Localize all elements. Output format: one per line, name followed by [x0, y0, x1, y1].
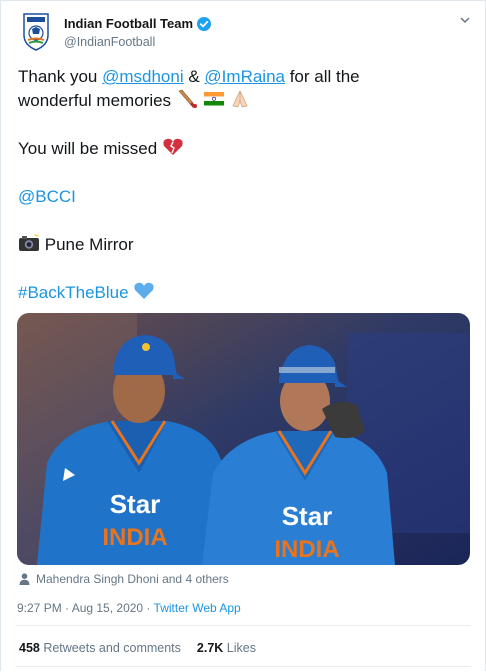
chevron-down-icon[interactable] — [458, 13, 472, 27]
jersey-india-right: INDIA — [274, 536, 339, 563]
mention-imraina[interactable]: @ImRaina — [204, 67, 285, 86]
tweet-meta: 9:27 PM · Aug 15, 2020 · Twitter Web App — [17, 601, 241, 615]
divider — [16, 666, 471, 667]
tweet-header: Indian Football Team @IndianFootball — [16, 11, 472, 51]
divider — [16, 625, 471, 626]
tweet-timestamp[interactable]: 9:27 PM · Aug 15, 2020 · — [17, 601, 154, 615]
aiff-logo-icon[interactable] — [22, 13, 50, 51]
hashtag-backtheblue[interactable]: #BackTheBlue — [18, 283, 129, 302]
tweet-text-suffix: for all the — [284, 67, 360, 86]
jersey-india-left: INDIA — [102, 524, 167, 551]
blue-heart-icon — [134, 282, 154, 299]
retweets-count: 458 — [19, 641, 40, 655]
photo-credit: Pune Mirror — [44, 235, 134, 254]
likes-count: 2.7K — [196, 641, 224, 655]
tweet-text-amp: & — [183, 67, 205, 86]
mention-msdhoni[interactable]: @msdhoni — [102, 67, 184, 86]
display-name-row[interactable]: Indian Football Team — [64, 16, 212, 31]
tweet-text-prefix: Thank you — [18, 67, 103, 86]
display-name[interactable]: Indian Football Team — [64, 16, 193, 31]
verified-badge-icon — [197, 16, 212, 31]
tweet-text-missed: You will be missed — [18, 139, 158, 158]
camera-icon — [19, 234, 39, 251]
retweets-stat[interactable]: 458 Retweets and comments — [19, 641, 181, 655]
person-icon — [19, 573, 30, 585]
tweet-stats: 458 Retweets and comments 2.7K Likes — [19, 641, 256, 655]
likes-label: Likes — [223, 641, 256, 655]
folded-hands-icon — [232, 90, 248, 108]
likes-stat[interactable]: 2.7K Likes — [197, 641, 256, 655]
photo-tags-text: Mahendra Singh Dhoni and 4 others — [36, 572, 229, 586]
tweet-text: Thank you @msdhoni & @ImRaina for all th… — [18, 65, 468, 305]
players-illustration: Star INDIA Star INDIA — [17, 313, 470, 565]
jersey-star-right: Star — [282, 501, 333, 531]
tweet-photo[interactable]: Star INDIA Star INDIA — [17, 313, 470, 565]
photo-tags[interactable]: Mahendra Singh Dhoni and 4 others — [19, 572, 229, 586]
retweets-label: Retweets and comments — [39, 641, 181, 655]
handle[interactable]: @IndianFootball — [64, 35, 211, 49]
broken-heart-icon — [163, 138, 183, 155]
india-flag-icon — [203, 92, 224, 106]
tweet-text-line2: wonderful memories — [18, 91, 172, 110]
mention-bcci[interactable]: @BCCI — [18, 187, 76, 206]
cricket-bat-icon — [178, 89, 197, 108]
tweet-card: Indian Football Team @IndianFootball Tha… — [0, 0, 486, 671]
tweet-source[interactable]: Twitter Web App — [154, 601, 241, 615]
jersey-star-left: Star — [110, 489, 161, 519]
